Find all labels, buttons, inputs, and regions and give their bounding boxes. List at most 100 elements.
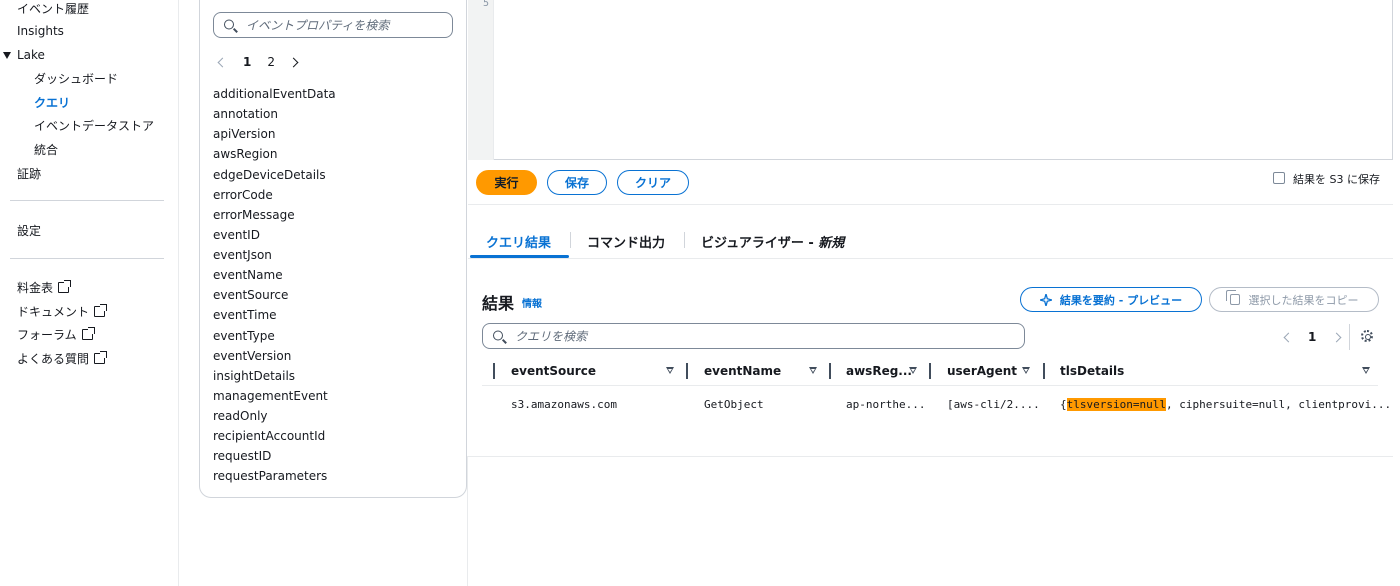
nav-dashboard[interactable]: ダッシュボード: [34, 70, 118, 87]
nav-lake[interactable]: Lake: [17, 48, 45, 62]
clear-button[interactable]: クリア: [617, 170, 689, 195]
nav-pricing-label: 料金表: [17, 281, 54, 295]
tab-visualizer-label: ビジュアライザー -: [701, 236, 819, 251]
property-item[interactable]: eventVersion: [213, 348, 336, 368]
tab-separator: [684, 232, 685, 248]
column-divider[interactable]: [829, 363, 831, 379]
cell-tlsdetails: {tlsversion=null, ciphersuite=null, clie…: [1060, 398, 1391, 411]
gear-icon[interactable]: [1361, 330, 1373, 342]
sort-icon[interactable]: [909, 367, 917, 374]
tab-visualizer[interactable]: ビジュアライザー - 新規: [701, 232, 844, 251]
cell-useragent: [aws-cli/2....: [947, 398, 1040, 411]
tab-query-results[interactable]: クエリ結果: [486, 232, 551, 251]
sort-icon[interactable]: [1022, 367, 1030, 374]
property-item[interactable]: errorMessage: [213, 207, 336, 227]
info-link[interactable]: 情報: [522, 295, 542, 310]
chevron-left-icon[interactable]: [217, 57, 228, 67]
nav-event-data-store[interactable]: イベントデータストア: [34, 117, 154, 134]
sort-icon[interactable]: [809, 367, 817, 374]
nav-pricing[interactable]: 料金表: [17, 279, 72, 296]
external-link-icon: [94, 351, 108, 364]
property-item[interactable]: requestID: [213, 448, 336, 468]
query-search-placeholder: クエリを検索: [515, 329, 588, 344]
cell-eventsource: s3.amazonaws.com: [511, 398, 617, 411]
property-item[interactable]: recipientAccountId: [213, 428, 336, 448]
run-button[interactable]: 実行: [476, 170, 537, 195]
caret-down-icon[interactable]: [3, 52, 11, 59]
panel-border: [467, 456, 468, 586]
property-item[interactable]: eventJson: [213, 247, 336, 267]
tab-command-output[interactable]: コマンド出力: [587, 232, 665, 251]
property-item[interactable]: insightDetails: [213, 368, 336, 388]
query-editor[interactable]: 5: [468, 0, 1393, 160]
property-item[interactable]: annotation: [213, 106, 336, 126]
sort-icon[interactable]: [1362, 367, 1370, 374]
nav-documentation[interactable]: ドキュメント: [17, 303, 108, 320]
copy-selected-results-button[interactable]: 選択した結果をコピー: [1209, 287, 1379, 312]
table-header-divider: [482, 385, 1378, 386]
page-1-link[interactable]: 1: [243, 55, 251, 69]
results-page-1[interactable]: 1: [1308, 330, 1316, 344]
column-divider[interactable]: [1043, 363, 1045, 379]
nav-integration[interactable]: 統合: [34, 141, 58, 158]
property-list: additionalEventData annotation apiVersion a…: [213, 86, 336, 489]
copy-selected-results-label: 選択した結果をコピー: [1248, 293, 1359, 307]
tab-separator: [570, 232, 571, 248]
nav-settings[interactable]: 設定: [17, 222, 41, 239]
property-search-placeholder: イベントプロパティを検索: [246, 18, 390, 33]
property-item[interactable]: additionalEventData: [213, 86, 336, 106]
nav-divider: [10, 200, 164, 201]
property-item[interactable]: eventName: [213, 267, 336, 287]
property-item[interactable]: eventTime: [213, 307, 336, 327]
save-to-s3-label: 結果を S3 に保存: [1293, 173, 1380, 186]
save-button[interactable]: 保存: [547, 170, 607, 195]
property-item[interactable]: errorCode: [213, 187, 336, 207]
property-item[interactable]: readOnly: [213, 408, 336, 428]
column-header-eventsource[interactable]: eventSource: [511, 364, 596, 378]
column-divider[interactable]: [493, 363, 495, 379]
chevron-right-icon[interactable]: [1331, 332, 1342, 342]
new-badge: 新規: [818, 236, 845, 251]
column-header-useragent[interactable]: userAgent: [947, 364, 1017, 378]
divider: [468, 456, 1393, 457]
side-navigation: イベント履歴 Insights Lake ダッシュボード クエリ イベントデータ…: [0, 0, 179, 586]
property-item[interactable]: edgeDeviceDetails: [213, 167, 336, 187]
property-item[interactable]: managementEvent: [213, 388, 336, 408]
property-search-input[interactable]: イベントプロパティを検索: [213, 12, 453, 38]
property-item[interactable]: eventType: [213, 328, 336, 348]
property-item[interactable]: requestParameters: [213, 468, 336, 488]
sparkle-icon: [1039, 293, 1052, 306]
nav-insights[interactable]: Insights: [17, 24, 64, 38]
nav-forum[interactable]: フォーラム: [17, 326, 95, 343]
column-divider[interactable]: [929, 363, 931, 379]
column-header-eventname[interactable]: eventName: [704, 364, 781, 378]
search-icon: [224, 19, 234, 30]
summarize-results-button[interactable]: 結果を要約 - プレビュー: [1020, 287, 1202, 312]
query-search-input[interactable]: クエリを検索: [482, 323, 1025, 349]
page-2-link[interactable]: 2: [267, 55, 275, 69]
tls-rest: , ciphersuite=null, clientprovi...: [1165, 398, 1392, 411]
nav-trails[interactable]: 証跡: [17, 165, 41, 182]
column-header-tlsdetails[interactable]: tlsDetails: [1060, 364, 1124, 378]
save-to-s3-checkbox[interactable]: [1273, 172, 1285, 184]
chevron-right-icon[interactable]: [288, 57, 299, 67]
property-item[interactable]: awsRegion: [213, 146, 336, 166]
nav-faq[interactable]: よくある質問: [17, 350, 108, 367]
cell-awsregion: ap-northe...: [846, 398, 926, 411]
column-header-awsregion[interactable]: awsReg...: [846, 364, 912, 378]
nav-documentation-label: ドキュメント: [17, 305, 90, 319]
nav-query[interactable]: クエリ: [34, 94, 70, 111]
property-item[interactable]: apiVersion: [213, 126, 336, 146]
results-title: 結果: [482, 294, 515, 313]
editor-gutter: 5: [468, 0, 494, 160]
sort-icon[interactable]: [666, 367, 674, 374]
results-pagination: 1: [1283, 330, 1342, 344]
property-item[interactable]: eventSource: [213, 287, 336, 307]
column-divider[interactable]: [686, 363, 688, 379]
nav-event-history[interactable]: イベント履歴: [17, 0, 89, 17]
chevron-left-icon[interactable]: [1283, 332, 1294, 342]
copy-icon: [1225, 290, 1240, 305]
external-link-icon: [94, 304, 108, 317]
property-item[interactable]: eventID: [213, 227, 336, 247]
line-number: 5: [482, 0, 489, 9]
